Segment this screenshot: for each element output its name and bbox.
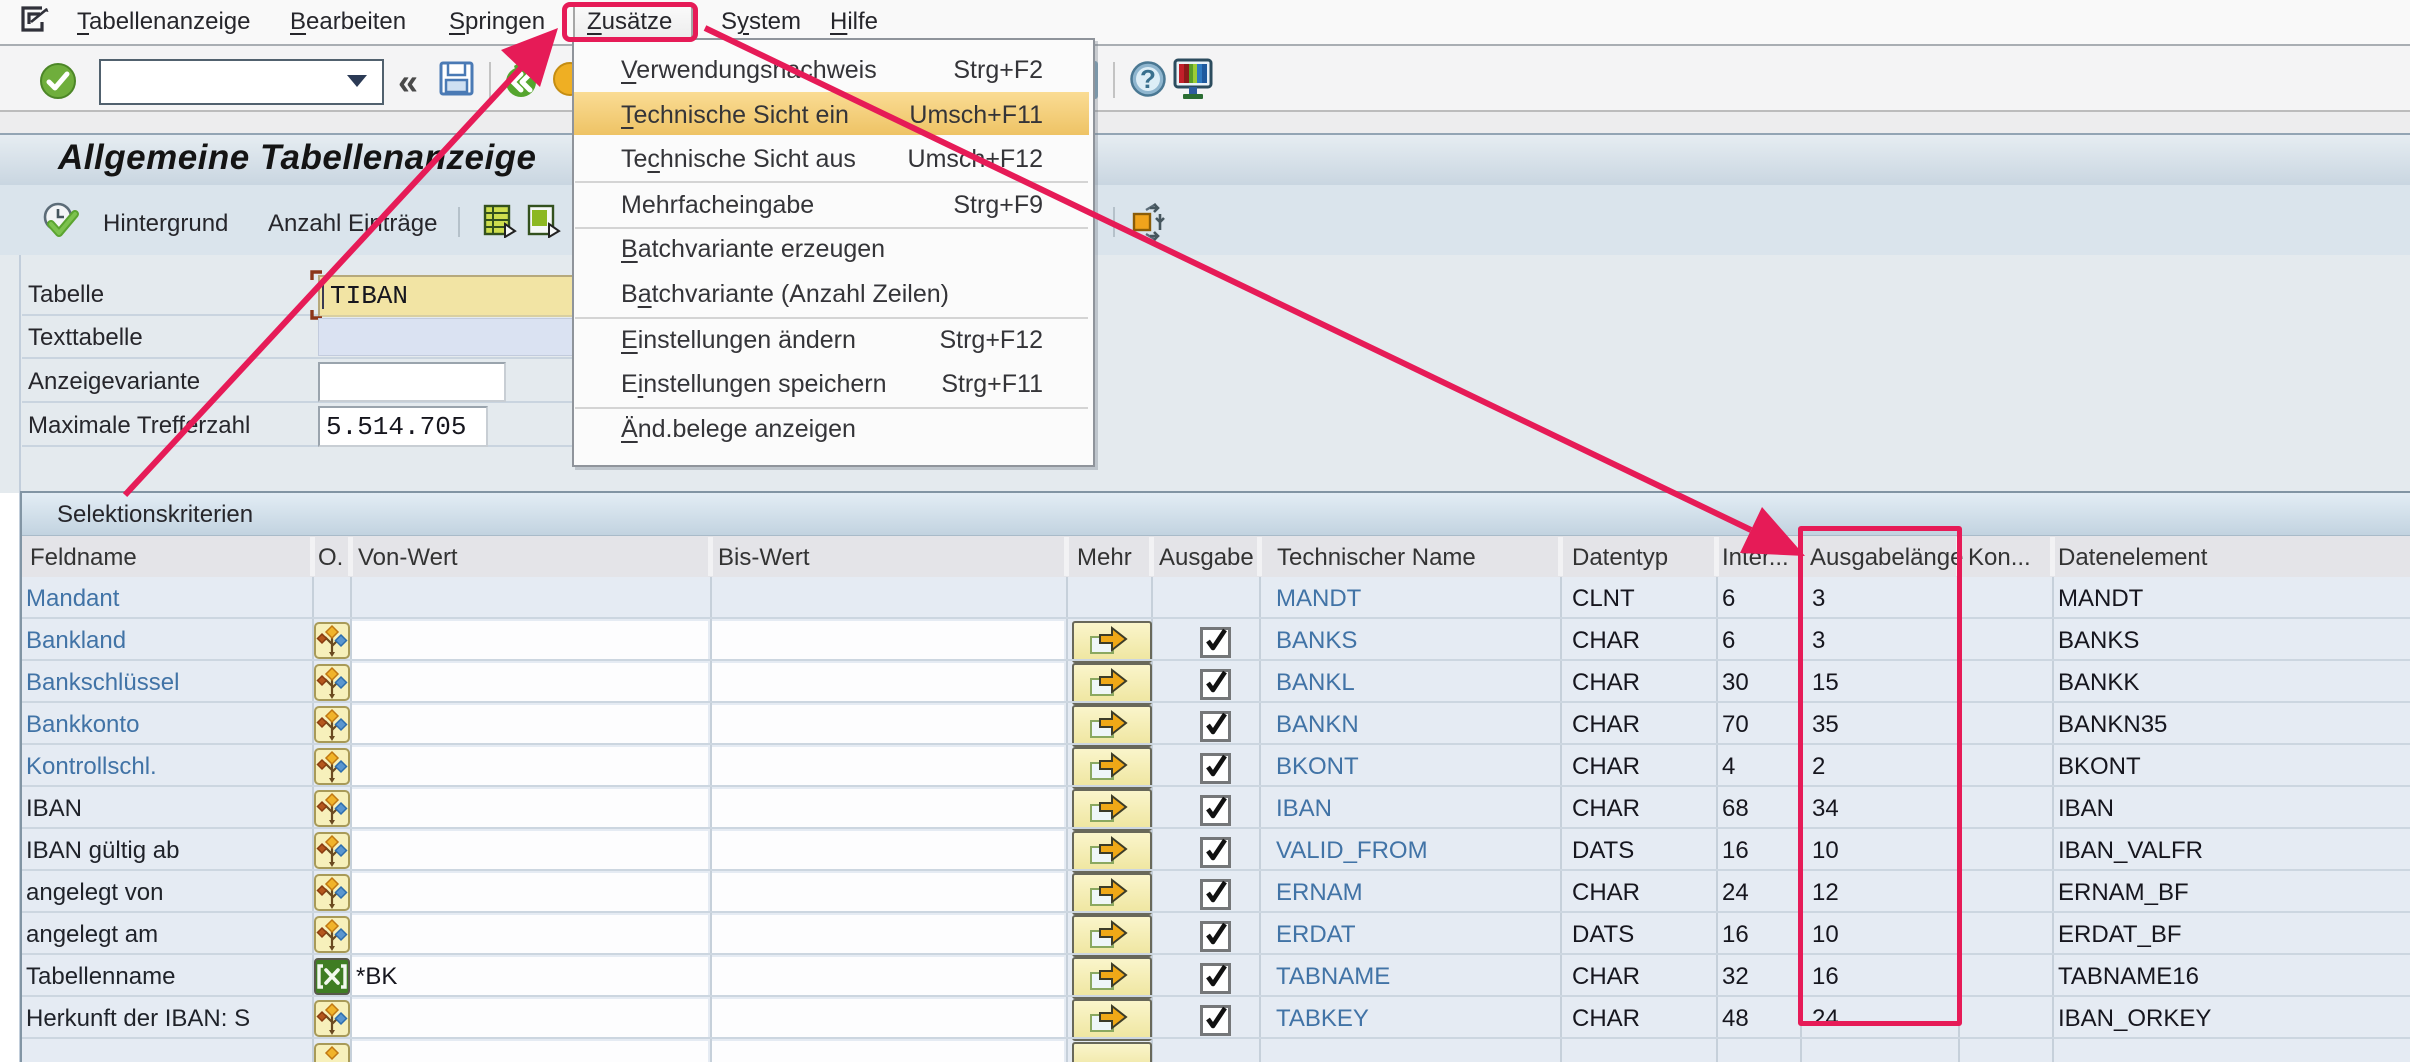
svg-text:?: ? bbox=[1140, 64, 1156, 94]
